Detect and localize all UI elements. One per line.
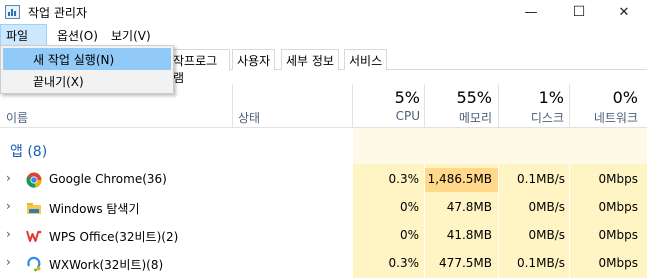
maximize-button[interactable]: ☐ [556, 0, 602, 24]
folder-icon [27, 203, 41, 214]
menu-item-run-new-task[interactable]: 새 작업 실행(N) [3, 48, 171, 70]
process-name: Windows 탐색기 [49, 202, 140, 216]
menu-bar: 파일(F) 옵션(O) 보기(V) [0, 24, 647, 58]
table-row[interactable]: › Google Chrome(36) 0.3% 1,486.5MB 0.1MB… [0, 166, 647, 194]
network-percent: 0% [612, 88, 638, 107]
column-network[interactable]: 네트워크 [569, 109, 638, 126]
network-value: 0Mbps [598, 172, 638, 186]
chevron-right-icon[interactable]: › [6, 199, 11, 213]
cpu-value: 0.3% [388, 256, 420, 270]
disk-value: 0.1MB/s [517, 172, 565, 186]
network-value: 0Mbps [598, 256, 638, 270]
memory-value: 477.5MB [439, 256, 492, 270]
chrome-icon [26, 172, 42, 188]
wps-icon [26, 230, 42, 242]
chevron-right-icon[interactable]: › [6, 255, 11, 269]
window-title: 작업 관리자 [28, 6, 88, 20]
cpu-value: 0% [399, 200, 419, 214]
memory-value: 47.8MB [446, 200, 492, 214]
disk-value: 0.1MB/s [517, 256, 565, 270]
column-name[interactable]: 이름 [6, 109, 28, 126]
network-value: 0Mbps [598, 228, 638, 242]
menu-file[interactable]: 파일(F) [0, 24, 47, 58]
close-button[interactable]: ✕ [601, 0, 647, 24]
disk-percent: 1% [538, 88, 564, 107]
cpu-value: 0.3% [388, 172, 420, 186]
table-row[interactable]: › WXWork(32비트)(8) 0.3% 477.5MB 0.1MB/s 0… [0, 250, 647, 278]
tab-users[interactable]: 사용자 [232, 49, 276, 70]
network-value: 0Mbps [598, 200, 638, 214]
memory-value: 1,486.5MB [427, 172, 492, 186]
disk-value: 0MB/s [528, 228, 565, 242]
process-name: Google Chrome(36) [49, 172, 167, 186]
tab-startup[interactable]: 작프로그램 [172, 49, 230, 85]
process-name: WXWork(32비트)(8) [49, 258, 164, 272]
menu-view[interactable]: 보기(V) [106, 24, 156, 46]
column-memory[interactable]: 메모리 [424, 109, 492, 126]
column-cpu[interactable]: CPU [352, 109, 420, 123]
table-row[interactable]: › WPS Office(32비트)(2) 0% 41.8MB 0MB/s 0M… [0, 222, 647, 250]
title-bar: 작업 관리자 — ☐ ✕ [0, 0, 647, 24]
cpu-percent: 5% [394, 88, 420, 107]
file-menu-dropdown: 새 작업 실행(N) 끝내기(X) [0, 45, 174, 94]
minimize-button[interactable]: — [508, 0, 554, 24]
column-disk[interactable]: 디스크 [498, 109, 564, 126]
group-apps[interactable]: 앱 (8) [10, 141, 47, 161]
table-row[interactable]: › Windows 탐색기 0% 47.8MB 0MB/s 0Mbps [0, 194, 647, 222]
memory-percent: 55% [456, 88, 492, 107]
menu-item-exit[interactable]: 끝내기(X) [3, 70, 171, 92]
chevron-right-icon[interactable]: › [6, 171, 11, 185]
chevron-right-icon[interactable]: › [6, 227, 11, 241]
menu-options[interactable]: 옵션(O) [52, 24, 103, 46]
task-manager-icon [5, 5, 20, 19]
tab-details[interactable]: 세부 정보 [281, 49, 339, 70]
wxwork-icon [27, 256, 41, 272]
memory-value: 41.8MB [446, 228, 492, 242]
process-name: WPS Office(32비트)(2) [49, 230, 179, 244]
tab-services[interactable]: 서비스 [344, 49, 388, 70]
cpu-value: 0% [399, 228, 419, 242]
column-status[interactable]: 상태 [238, 109, 260, 126]
disk-value: 0MB/s [528, 200, 565, 214]
